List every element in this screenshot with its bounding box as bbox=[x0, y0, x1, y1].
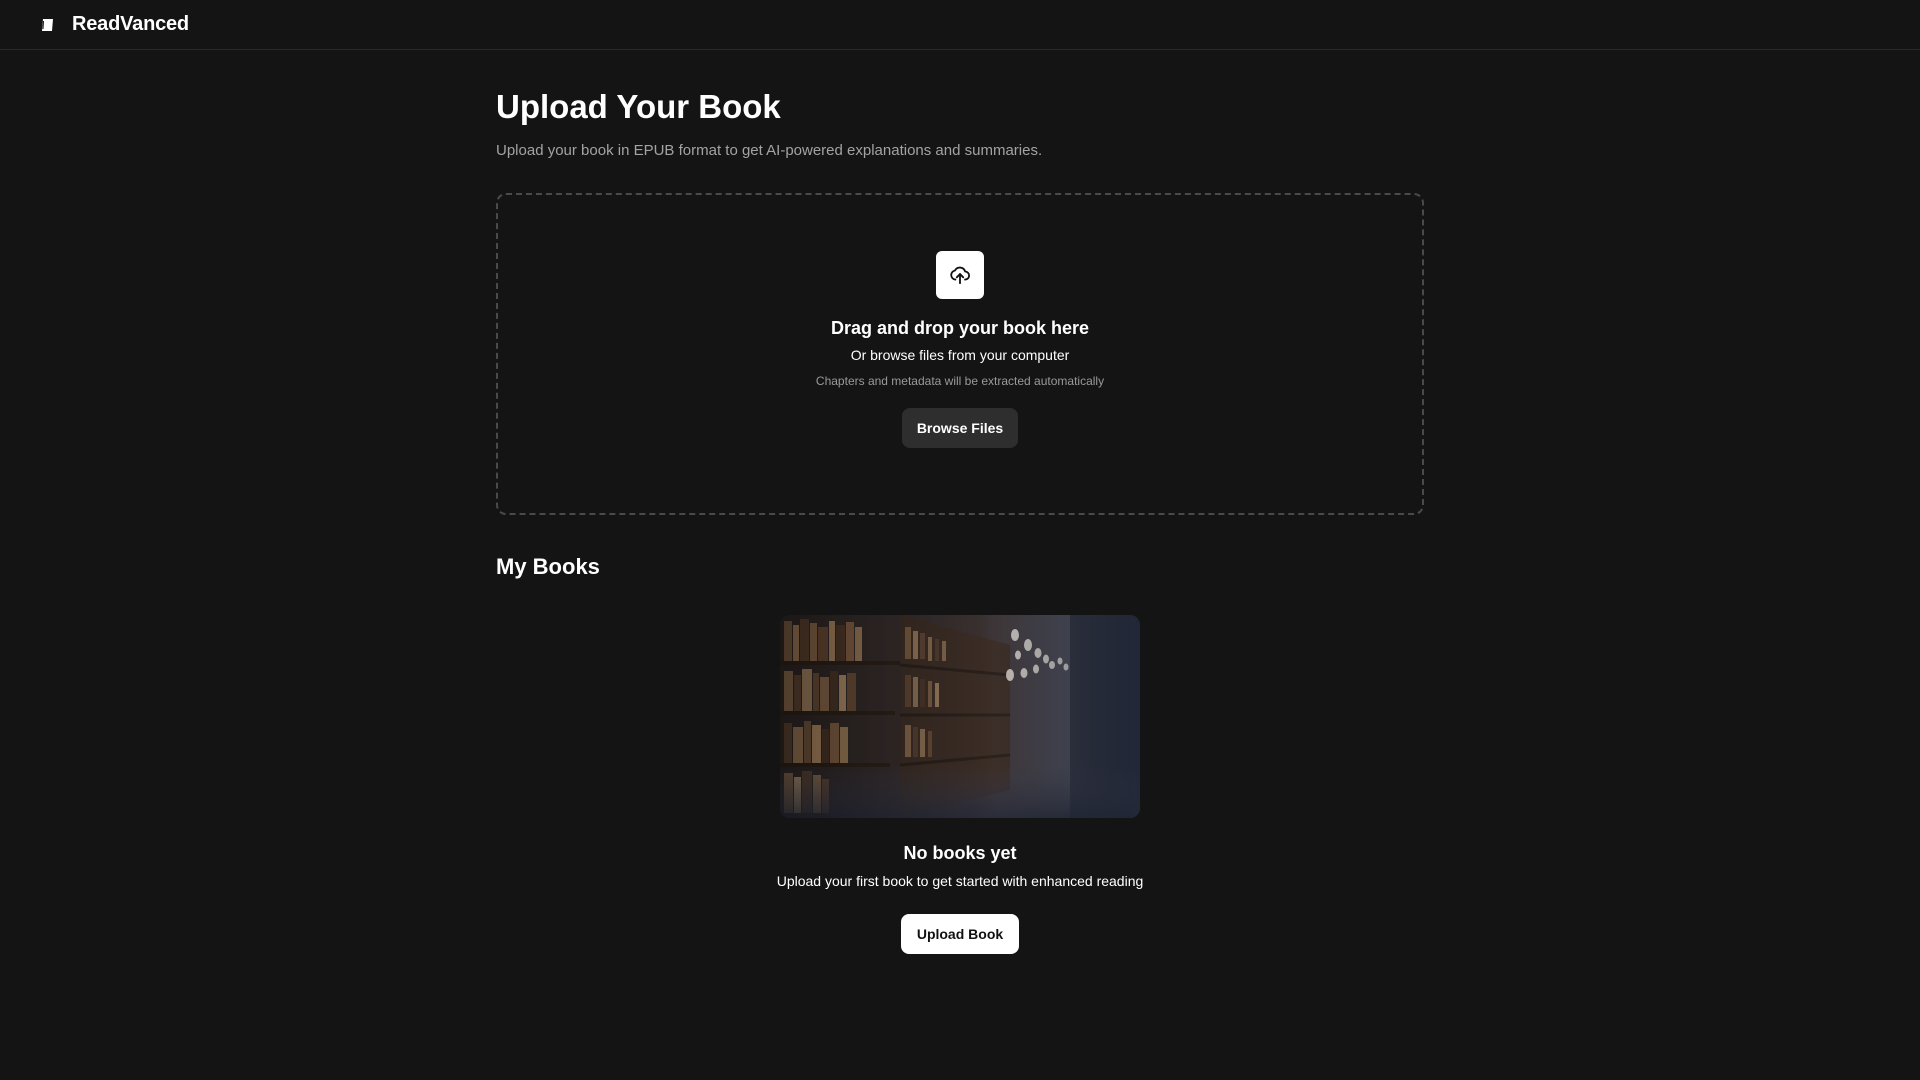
app-brand-name[interactable]: ReadVanced bbox=[72, 13, 189, 36]
main-content: Upload Your Book Upload your book in EPU… bbox=[496, 50, 1424, 954]
my-books-title: My Books bbox=[496, 554, 600, 579]
dropzone-subtitle: Or browse files from your computer bbox=[850, 347, 1070, 363]
upload-icon-container bbox=[936, 251, 984, 299]
book-icon[interactable] bbox=[40, 17, 56, 33]
library-bookshelves-image bbox=[780, 615, 1140, 818]
empty-state-title: No books yet bbox=[903, 843, 1017, 863]
upload-book-button[interactable]: Upload Book bbox=[900, 914, 1020, 954]
dropzone-title: Drag and drop your book here bbox=[830, 318, 1090, 338]
dropzone-hint: Chapters and metadata will be extracted … bbox=[815, 374, 1105, 388]
empty-state-subtitle: Upload your first book to get started wi… bbox=[776, 873, 1144, 889]
books-empty-state: No books yet Upload your first book to g… bbox=[496, 615, 1424, 954]
cloud-upload-icon bbox=[950, 266, 971, 285]
page-subtitle: Upload your book in EPUB format to get A… bbox=[496, 142, 1043, 159]
upload-dropzone[interactable]: Drag and drop your book here Or browse f… bbox=[496, 193, 1424, 515]
page-title: Upload Your Book bbox=[496, 88, 781, 125]
browse-files-button[interactable]: Browse Files bbox=[901, 408, 1019, 448]
top-navbar: ReadVanced bbox=[0, 0, 1920, 50]
